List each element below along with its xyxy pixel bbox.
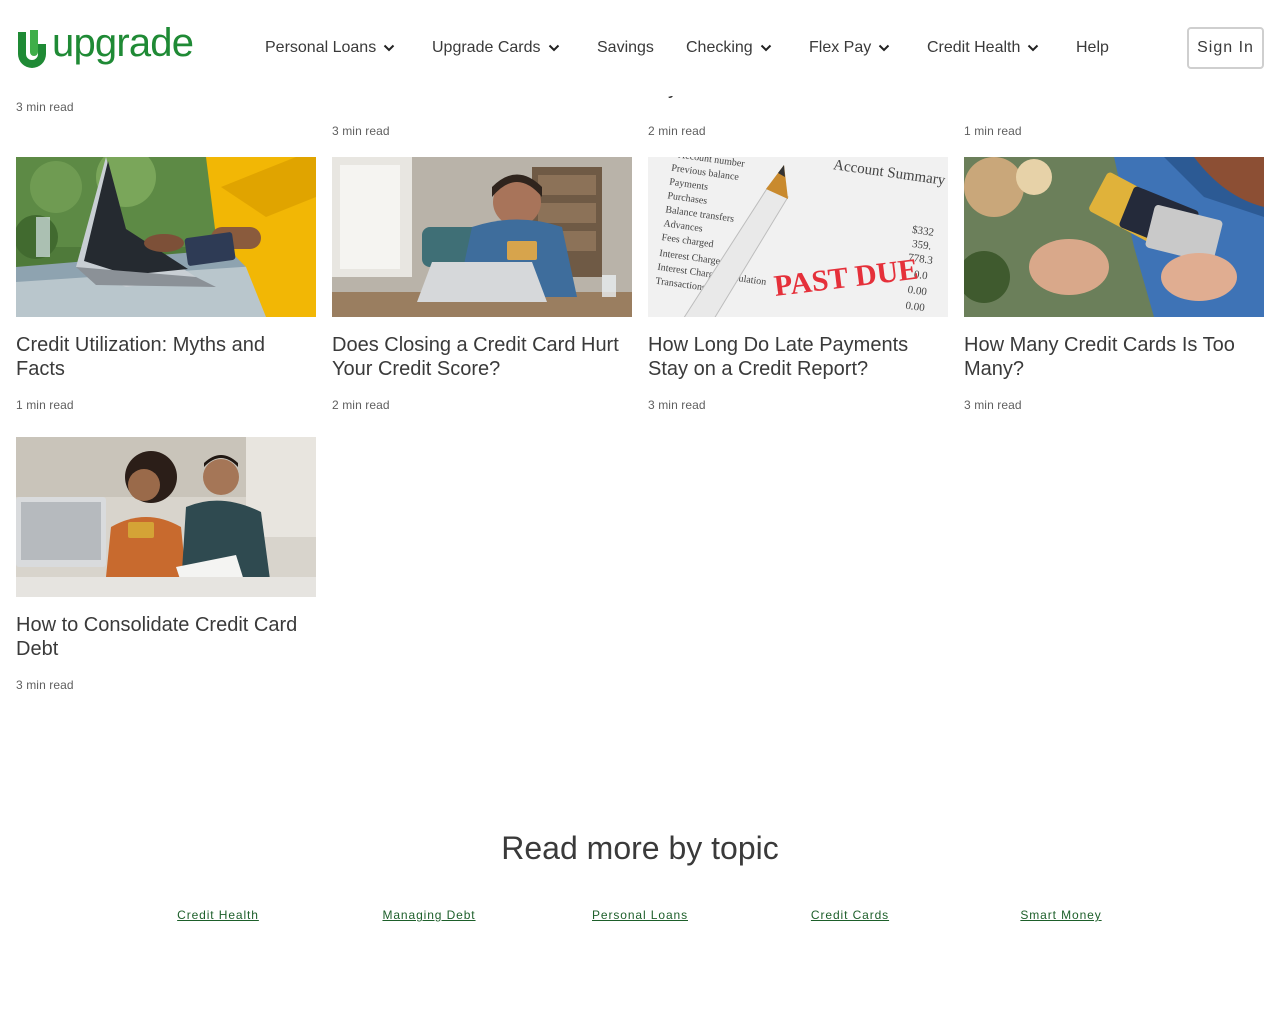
topic-link-personal-loans[interactable]: Personal Loans (592, 908, 688, 922)
article-read-time: 1 min read (16, 398, 74, 412)
topic-link-credit-health[interactable]: Credit Health (177, 908, 259, 922)
article-title[interactable]: How Long Do Late Payments Stay on a Cred… (648, 333, 948, 381)
article-read-time: 3 min read (964, 398, 1022, 412)
hands-holding-cards-photo (964, 157, 1264, 317)
past-due-statement-photo: Account Summary Account number Previous … (648, 157, 948, 317)
article-read-time: 2 min read (332, 398, 390, 412)
nav-label: Credit Health (927, 39, 1021, 56)
article-card[interactable]: How to Consolidate Credit Card Debt 3 mi… (16, 437, 316, 692)
nav-label: Checking (686, 39, 753, 56)
article-card[interactable]: Account Summary Account number Previous … (648, 157, 948, 412)
topic-link-managing-debt[interactable]: Managing Debt (382, 908, 475, 922)
logo-wordmark: upgrade (52, 21, 194, 65)
sign-in-button[interactable]: Sign In (1187, 27, 1264, 69)
nav-upgrade-cards[interactable]: Upgrade Cards (432, 36, 561, 60)
article-card[interactable]: How Many Credit Cards Is Too Many? 3 min… (964, 157, 1264, 412)
chevron-down-icon (879, 44, 890, 52)
article-read-time: 3 min read (648, 398, 706, 412)
woman-laptop-card-photo (16, 157, 316, 317)
upgrade-logo-mark-icon (18, 30, 46, 68)
article-read-time: 3 min read (16, 678, 74, 692)
couple-reviewing-bills-photo (16, 437, 316, 597)
article-read-time: 3 min read (16, 100, 74, 114)
topic-link-credit-cards[interactable]: Credit Cards (811, 908, 889, 922)
article-read-time: 1 min read (964, 124, 1022, 138)
article-card[interactable]: Credit Utilization: Myths and Facts 1 mi… (16, 157, 316, 412)
nav-personal-loans[interactable]: Personal Loans (265, 36, 396, 60)
nav-label: Personal Loans (265, 39, 377, 56)
chevron-down-icon (548, 44, 559, 52)
article-title[interactable]: How to Consolidate Credit Card Debt (16, 613, 316, 661)
site-header: upgrade Personal Loans Upgrade Cards Sav… (0, 0, 1280, 96)
article-card[interactable]: Does Closing a Credit Card Hurt Your Cre… (332, 157, 632, 412)
nav-label: Savings (597, 39, 654, 56)
article-read-time: 2 min read (648, 124, 706, 138)
nav-help[interactable]: Help (1076, 36, 1109, 60)
nav-flex-pay[interactable]: Flex Pay (809, 36, 891, 60)
article-title[interactable]: How Many Credit Cards Is Too Many? (964, 333, 1264, 381)
article-read-time: 3 min read (332, 124, 390, 138)
nav-credit-health[interactable]: Credit Health (927, 36, 1040, 60)
article-title[interactable]: Credit Utilization: Myths and Facts (16, 333, 316, 381)
nav-checking[interactable]: Checking (686, 36, 773, 60)
article-title[interactable]: Does Closing a Credit Card Hurt Your Cre… (332, 333, 632, 381)
nav-savings[interactable]: Savings (597, 36, 654, 60)
topics-heading: Read more by topic (501, 830, 779, 866)
chevron-down-icon (760, 44, 771, 52)
man-laptop-card-photo (332, 157, 632, 317)
chevron-down-icon (383, 44, 395, 52)
nav-label: Flex Pay (809, 39, 872, 56)
chevron-down-icon (1028, 44, 1039, 52)
nav-label: Help (1076, 39, 1109, 56)
topic-link-smart-money[interactable]: Smart Money (1020, 908, 1101, 922)
upgrade-logo[interactable]: upgrade (16, 23, 194, 68)
nav-label: Upgrade Cards (432, 39, 541, 56)
